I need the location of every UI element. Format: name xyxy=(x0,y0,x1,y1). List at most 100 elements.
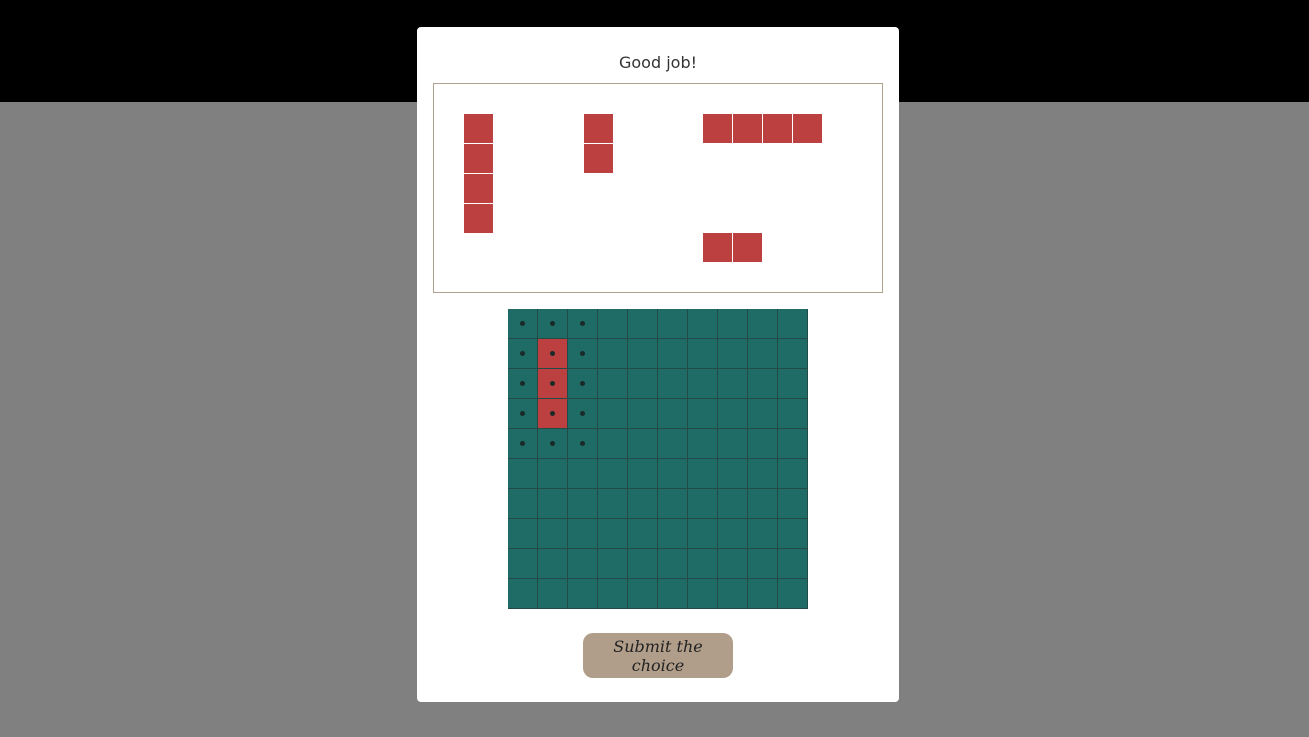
board-cell[interactable] xyxy=(688,519,718,549)
board-cell[interactable] xyxy=(748,549,778,579)
board-cell[interactable] xyxy=(508,339,538,369)
board-cell[interactable] xyxy=(598,309,628,339)
board-cell[interactable] xyxy=(658,579,688,609)
board-cell[interactable] xyxy=(688,579,718,609)
board-cell[interactable] xyxy=(628,369,658,399)
board-cell[interactable] xyxy=(568,309,598,339)
board-cell[interactable] xyxy=(718,489,748,519)
board-cell[interactable] xyxy=(688,549,718,579)
board-cell[interactable] xyxy=(748,579,778,609)
board-cell[interactable] xyxy=(598,399,628,429)
board-cell[interactable] xyxy=(508,579,538,609)
board-cell[interactable] xyxy=(628,549,658,579)
board-cell[interactable] xyxy=(598,459,628,489)
board-cell[interactable] xyxy=(538,429,568,459)
board-cell[interactable] xyxy=(658,459,688,489)
board-cell[interactable] xyxy=(598,549,628,579)
board-cell[interactable] xyxy=(568,519,598,549)
board-cell[interactable] xyxy=(778,309,808,339)
board-cell[interactable] xyxy=(628,519,658,549)
board-cell[interactable] xyxy=(748,429,778,459)
board-cell[interactable] xyxy=(508,519,538,549)
board-cell[interactable] xyxy=(658,399,688,429)
board-cell[interactable] xyxy=(538,549,568,579)
board-cell[interactable] xyxy=(718,309,748,339)
board-cell[interactable] xyxy=(688,399,718,429)
board-cell[interactable] xyxy=(778,519,808,549)
board-cell[interactable] xyxy=(778,369,808,399)
board-cell[interactable] xyxy=(538,459,568,489)
board-cell[interactable] xyxy=(748,309,778,339)
board-cell[interactable] xyxy=(538,399,568,429)
board-cell[interactable] xyxy=(748,339,778,369)
board-cell[interactable] xyxy=(688,459,718,489)
board-cell[interactable] xyxy=(718,519,748,549)
board-cell[interactable] xyxy=(718,399,748,429)
board-cell[interactable] xyxy=(628,579,658,609)
board-cell[interactable] xyxy=(688,369,718,399)
board-cell[interactable] xyxy=(508,309,538,339)
board-cell[interactable] xyxy=(658,369,688,399)
board-cell[interactable] xyxy=(508,489,538,519)
board-cell[interactable] xyxy=(508,459,538,489)
board-cell[interactable] xyxy=(538,489,568,519)
board-cell[interactable] xyxy=(508,399,538,429)
board-cell[interactable] xyxy=(718,369,748,399)
board-cell[interactable] xyxy=(718,339,748,369)
board-cell[interactable] xyxy=(718,579,748,609)
board-cell[interactable] xyxy=(778,489,808,519)
board-cell[interactable] xyxy=(598,369,628,399)
board-cell[interactable] xyxy=(538,519,568,549)
board-cell[interactable] xyxy=(658,519,688,549)
game-board[interactable] xyxy=(508,309,808,609)
board-cell[interactable] xyxy=(568,339,598,369)
board-cell[interactable] xyxy=(718,549,748,579)
board-cell[interactable] xyxy=(568,369,598,399)
board-cell[interactable] xyxy=(658,429,688,459)
board-cell[interactable] xyxy=(628,399,658,429)
board-cell[interactable] xyxy=(568,579,598,609)
board-cell[interactable] xyxy=(688,489,718,519)
board-cell[interactable] xyxy=(658,549,688,579)
board-cell[interactable] xyxy=(508,369,538,399)
board-cell[interactable] xyxy=(748,459,778,489)
board-cell[interactable] xyxy=(718,459,748,489)
board-cell[interactable] xyxy=(628,429,658,459)
board-cell[interactable] xyxy=(598,579,628,609)
board-cell[interactable] xyxy=(568,399,598,429)
board-cell[interactable] xyxy=(748,489,778,519)
board-cell[interactable] xyxy=(538,309,568,339)
board-cell[interactable] xyxy=(688,309,718,339)
board-cell[interactable] xyxy=(538,579,568,609)
board-cell[interactable] xyxy=(748,369,778,399)
board-cell[interactable] xyxy=(688,339,718,369)
board-cell[interactable] xyxy=(718,429,748,459)
board-cell[interactable] xyxy=(778,549,808,579)
board-cell[interactable] xyxy=(628,459,658,489)
board-cell[interactable] xyxy=(568,549,598,579)
board-cell[interactable] xyxy=(778,339,808,369)
board-cell[interactable] xyxy=(538,369,568,399)
board-cell[interactable] xyxy=(598,519,628,549)
board-cell[interactable] xyxy=(568,459,598,489)
board-cell[interactable] xyxy=(628,309,658,339)
board-cell[interactable] xyxy=(778,459,808,489)
board-cell[interactable] xyxy=(598,339,628,369)
board-cell[interactable] xyxy=(658,489,688,519)
board-cell[interactable] xyxy=(628,489,658,519)
board-cell[interactable] xyxy=(748,399,778,429)
board-cell[interactable] xyxy=(658,339,688,369)
board-cell[interactable] xyxy=(538,339,568,369)
board-cell[interactable] xyxy=(658,309,688,339)
board-cell[interactable] xyxy=(778,579,808,609)
board-cell[interactable] xyxy=(568,489,598,519)
board-cell[interactable] xyxy=(628,339,658,369)
board-cell[interactable] xyxy=(508,429,538,459)
board-cell[interactable] xyxy=(598,429,628,459)
board-cell[interactable] xyxy=(748,519,778,549)
submit-choice-button[interactable]: Submit the choice xyxy=(583,633,733,678)
board-cell[interactable] xyxy=(598,489,628,519)
board-cell[interactable] xyxy=(778,429,808,459)
board-cell[interactable] xyxy=(778,399,808,429)
board-cell[interactable] xyxy=(508,549,538,579)
